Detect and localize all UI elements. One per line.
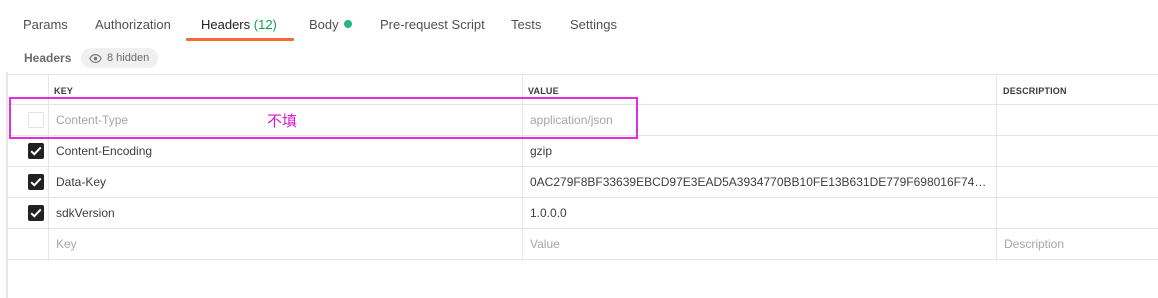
header-key-cell[interactable]: sdkVersion [56, 206, 115, 220]
annotation-note: 不填 [267, 112, 298, 130]
tab-body-label: Body [309, 17, 339, 32]
tab-pre-request-script[interactable]: Pre-request Script [380, 17, 485, 32]
row-checkbox[interactable] [28, 174, 44, 190]
new-description-input[interactable]: Description [1004, 237, 1064, 251]
header-value-cell[interactable]: 1.0.0.0 [530, 206, 567, 220]
checkmark-icon [30, 146, 42, 156]
tab-headers[interactable]: Headers (12) [201, 17, 277, 32]
table-row: sdkVersion 1.0.0.0 [8, 198, 1158, 229]
new-key-input[interactable]: Key [56, 237, 77, 251]
checkmark-icon [30, 177, 42, 187]
hidden-headers-count: 8 hidden [107, 52, 150, 64]
new-value-input[interactable]: Value [530, 237, 560, 251]
header-value-cell[interactable]: 0AC279F8BF33639EBCD97E3EAD5A3934770BB10F… [530, 175, 992, 189]
row-checkbox[interactable] [28, 143, 44, 159]
hidden-headers-toggle[interactable]: 8 hidden [81, 48, 159, 68]
headers-section-title: Headers [24, 51, 72, 65]
eye-icon [89, 53, 102, 63]
column-header-key: KEY [54, 86, 74, 96]
body-modified-dot-icon [343, 20, 352, 28]
tab-headers-label: Headers [201, 17, 251, 32]
annotation-highlight-box [9, 97, 638, 139]
new-header-row: Key Value Description [8, 229, 1158, 260]
column-header-description: DESCRIPTION [1003, 86, 1067, 96]
tab-tests[interactable]: Tests [511, 17, 541, 32]
tab-headers-count: (12) [253, 17, 277, 32]
column-header-value: VALUE [528, 86, 559, 96]
header-key-cell[interactable]: Data-Key [56, 175, 106, 189]
active-tab-indicator [186, 38, 294, 41]
table-row: Content-Encoding gzip [8, 136, 1158, 167]
table-row: Data-Key 0AC279F8BF33639EBCD97E3EAD5A393… [8, 167, 1158, 198]
checkmark-icon [30, 208, 42, 218]
row-checkbox[interactable] [28, 205, 44, 221]
tab-params[interactable]: Params [23, 17, 68, 32]
tab-authorization[interactable]: Authorization [95, 17, 171, 32]
tab-body[interactable]: Body [309, 17, 352, 32]
tab-settings[interactable]: Settings [570, 17, 617, 32]
request-tabs: Params Authorization Headers (12) Body P… [0, 0, 1158, 44]
header-value-cell[interactable]: gzip [530, 144, 552, 158]
column-divider [996, 74, 997, 261]
header-key-cell[interactable]: Content-Encoding [56, 144, 152, 158]
